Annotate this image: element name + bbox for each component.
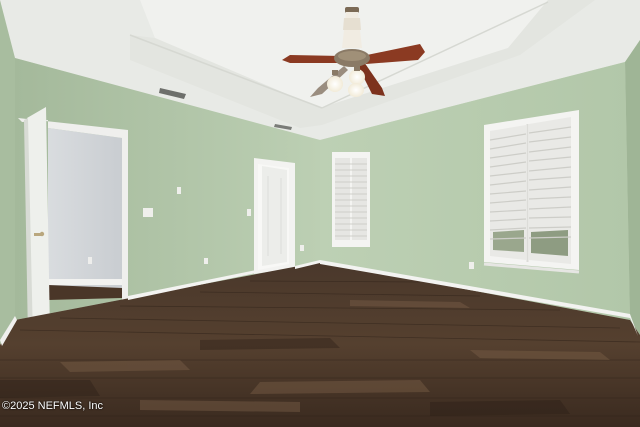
left-side-wall bbox=[0, 0, 15, 345]
door-switch bbox=[247, 209, 251, 216]
door-latch bbox=[34, 233, 42, 236]
window-view-greenery bbox=[493, 230, 524, 252]
fan-light-left bbox=[327, 76, 343, 92]
center-door-panel bbox=[262, 166, 287, 266]
fan-light-center bbox=[348, 83, 364, 97]
hallway-opening bbox=[48, 128, 122, 288]
outlet-3 bbox=[469, 262, 474, 269]
outlet-2 bbox=[300, 245, 304, 251]
window-view-greenery-2 bbox=[531, 230, 568, 256]
bedroom-photo bbox=[0, 0, 640, 427]
copyright-watermark: ©2025 NEFMLS, Inc bbox=[2, 400, 104, 412]
outlet-1 bbox=[204, 258, 208, 264]
hallway-baseboard bbox=[48, 279, 122, 285]
light-switch bbox=[143, 208, 153, 217]
fan-blade-left bbox=[282, 55, 342, 63]
hallway-outlet bbox=[88, 257, 92, 264]
small-switch bbox=[177, 187, 181, 194]
fan-light-right bbox=[349, 69, 365, 85]
